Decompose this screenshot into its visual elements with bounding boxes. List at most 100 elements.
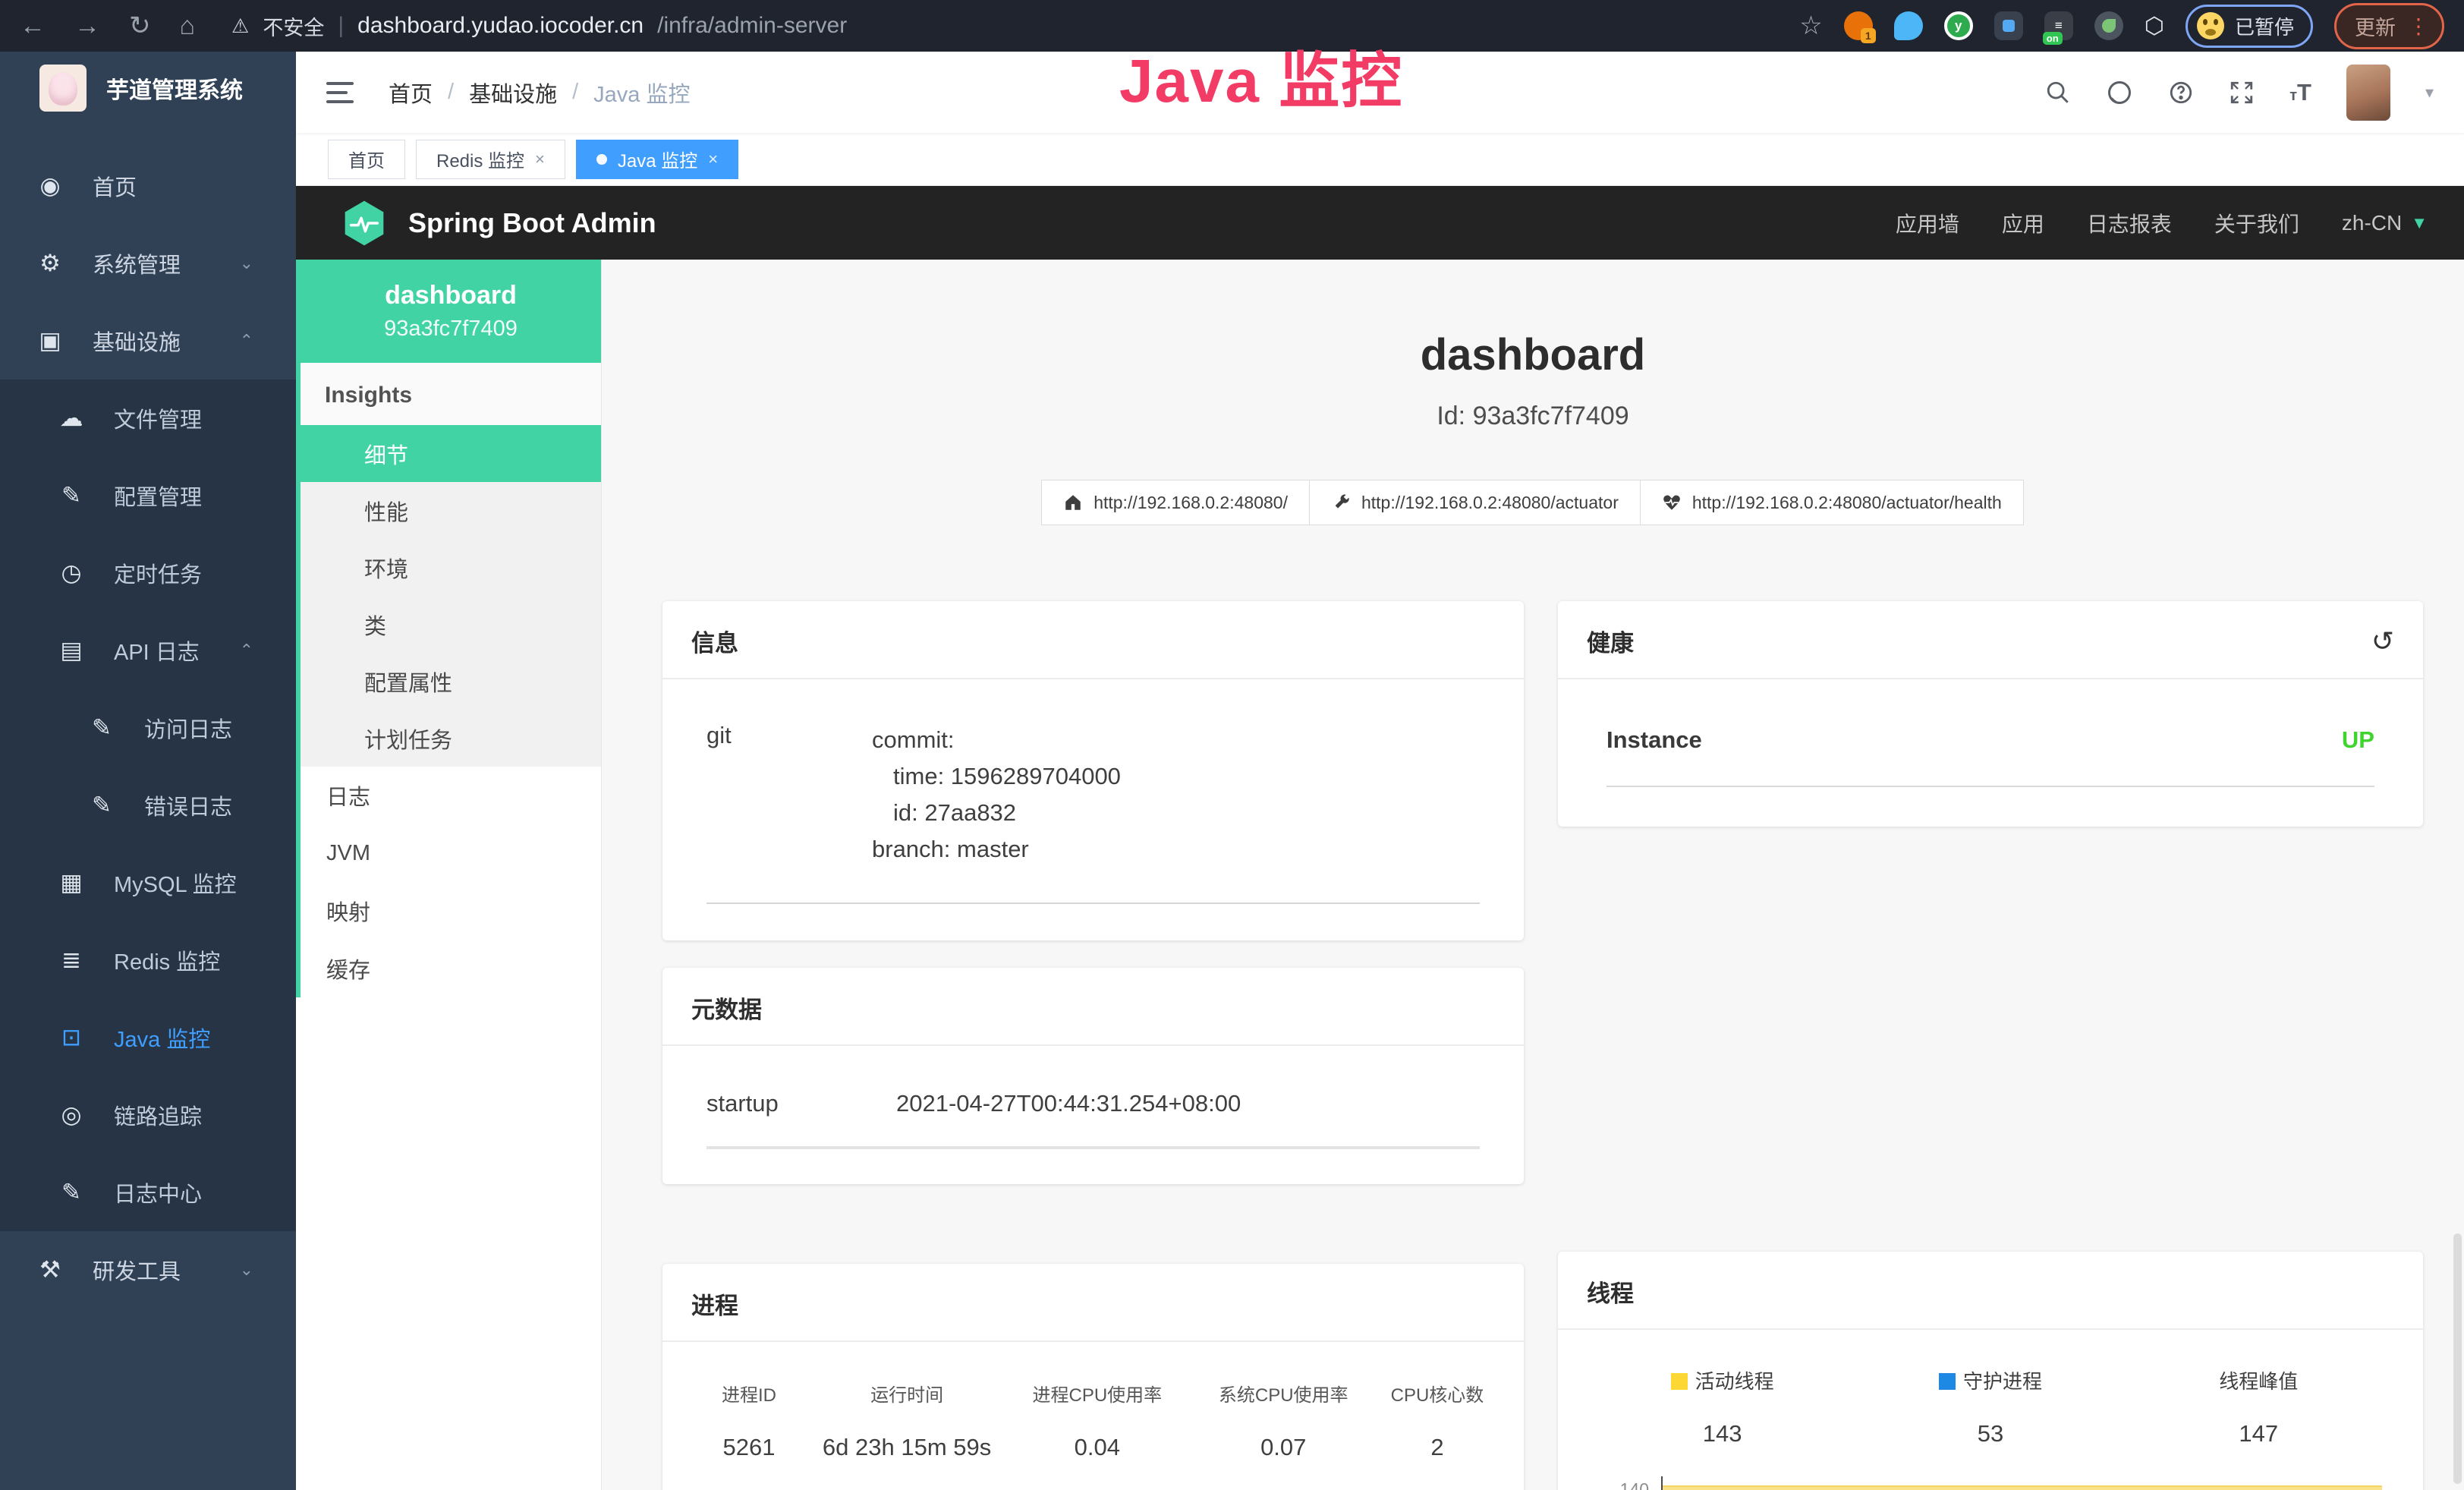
process-card: 进程 进程ID 运行时间 进程CPU使用率 系统CPU使用率 CPU核心数 bbox=[662, 1264, 1524, 1490]
sba-brand-title: Spring Boot Admin bbox=[408, 207, 656, 239]
github-icon[interactable] bbox=[2106, 79, 2133, 106]
history-icon[interactable]: ↺ bbox=[2371, 625, 2394, 657]
sidebar-item-log-center[interactable]: ✎ 日志中心 bbox=[0, 1154, 296, 1231]
nav-item-environment[interactable]: 环境 bbox=[301, 539, 601, 596]
extension-icon-6[interactable] bbox=[2094, 11, 2123, 40]
extension-icon-1[interactable]: 1 bbox=[1844, 11, 1873, 40]
service-url-button[interactable]: http://192.168.0.2:48080/ bbox=[1041, 480, 1310, 525]
fullscreen-icon[interactable] bbox=[2229, 80, 2255, 106]
insights-nav: 细节 性能 环境 类 配置属性 计划任务 bbox=[301, 425, 601, 767]
tools-icon: ⚒ bbox=[35, 1256, 65, 1284]
tab-home[interactable]: 首页 bbox=[328, 140, 405, 179]
scrollbar[interactable] bbox=[2453, 1233, 2462, 1484]
user-menu-caret-icon[interactable]: ▾ bbox=[2425, 83, 2434, 102]
bookmark-star-icon[interactable]: ☆ bbox=[1799, 11, 1822, 41]
sidebar-item-redis-monitor[interactable]: ≣ Redis 监控 bbox=[0, 921, 296, 999]
tab-redis-monitor[interactable]: Redis 监控 × bbox=[416, 140, 565, 179]
back-icon[interactable]: ← bbox=[20, 11, 46, 41]
sba-nav-journal[interactable]: 日志报表 bbox=[2087, 208, 2172, 238]
access-log-icon: ✎ bbox=[87, 714, 117, 742]
threads-chart: 140 120 100 bbox=[1588, 1476, 2393, 1490]
app-title: 芋道管理系统 bbox=[106, 71, 243, 105]
extension-icon-3[interactable]: y bbox=[1944, 11, 1973, 40]
home-icon bbox=[1063, 493, 1083, 512]
info-card: 信息 git commit: time: 1596289704000 id: 2… bbox=[662, 601, 1524, 940]
chevron-down-icon: ▼ bbox=[2411, 213, 2428, 233]
forward-icon[interactable]: → bbox=[74, 11, 100, 41]
spring-boot-admin-logo bbox=[340, 199, 389, 247]
live-threads-swatch bbox=[1671, 1373, 1688, 1390]
metadata-card: 元数据 startup 2021-04-27T00:44:31.254+08:0… bbox=[662, 968, 1524, 1184]
sidebar-item-java-monitor[interactable]: ⊡ Java 监控 bbox=[0, 999, 296, 1076]
threads-chart-plot bbox=[1661, 1476, 2385, 1490]
sidebar-item-tracing[interactable]: ◎ 链路追踪 bbox=[0, 1076, 296, 1154]
nav-item-logs[interactable]: 日志 bbox=[301, 767, 601, 824]
layers-icon: ≣ bbox=[56, 947, 87, 974]
reload-icon[interactable]: ↻ bbox=[129, 11, 151, 41]
sba-nav-about[interactable]: 关于我们 bbox=[2214, 208, 2299, 238]
browser-update-button[interactable]: 更新 ⋮ bbox=[2334, 3, 2444, 49]
breadcrumb: 首页 / 基础设施 / Java 监控 bbox=[389, 77, 690, 109]
sidebar-item-system[interactable]: ⚙ 系统管理 ⌄ bbox=[0, 225, 296, 302]
breadcrumb-home[interactable]: 首页 bbox=[389, 77, 433, 109]
metadata-card-title: 元数据 bbox=[691, 991, 762, 1025]
extension-icon-2[interactable] bbox=[1894, 11, 1923, 40]
search-icon[interactable] bbox=[2045, 80, 2071, 106]
sidebar-item-file-management[interactable]: ☁ 文件管理 bbox=[0, 380, 296, 457]
close-icon[interactable]: × bbox=[708, 150, 718, 169]
threads-chart-y-axis: 140 120 100 bbox=[1588, 1476, 1661, 1490]
help-icon[interactable] bbox=[2168, 80, 2194, 106]
font-size-icon[interactable]: тT bbox=[2289, 79, 2311, 106]
sidebar-item-access-logs[interactable]: ✎ 访问日志 bbox=[0, 689, 296, 767]
insights-section-title: Insights bbox=[301, 363, 601, 425]
health-url-button[interactable]: http://192.168.0.2:48080/actuator/health bbox=[1640, 480, 2024, 525]
close-icon[interactable]: × bbox=[535, 150, 545, 169]
sidebar-item-dev-tools[interactable]: ⚒ 研发工具 ⌄ bbox=[0, 1231, 296, 1309]
sidebar-item-mysql-monitor[interactable]: ▦ MySQL 监控 bbox=[0, 844, 296, 921]
url-path[interactable]: /infra/admin-server bbox=[657, 13, 847, 39]
sba-nav-applications[interactable]: 应用 bbox=[2002, 208, 2044, 238]
nav-item-caches[interactable]: 缓存 bbox=[301, 940, 601, 997]
sidebar-item-infrastructure[interactable]: ▣ 基础设施 ⌃ bbox=[0, 302, 296, 380]
app-logo-row[interactable]: 芋道管理系统 bbox=[0, 52, 296, 124]
nav-item-classes[interactable]: 类 bbox=[301, 596, 601, 653]
profile-paused-badge[interactable]: 已暂停 bbox=[2186, 5, 2313, 48]
threads-card: 线程 活动线程 守护进程 线程峰值 143 bbox=[1558, 1252, 2423, 1490]
security-label[interactable]: 不安全 bbox=[263, 11, 324, 41]
nav-item-scheduled-tasks[interactable]: 计划任务 bbox=[301, 710, 601, 767]
breadcrumb-infrastructure[interactable]: 基础设施 bbox=[469, 77, 557, 109]
active-tab-dot bbox=[596, 154, 607, 165]
warning-icon: ⚠ bbox=[231, 14, 249, 38]
extension-icon-5[interactable]: ≡on bbox=[2044, 11, 2073, 40]
health-card: 健康 ↺ Instance UP bbox=[1558, 601, 2423, 827]
user-avatar[interactable] bbox=[2346, 65, 2390, 121]
sidebar-item-error-logs[interactable]: ✎ 错误日志 bbox=[0, 767, 296, 844]
sidebar-item-home[interactable]: ◉ 首页 bbox=[0, 147, 296, 225]
instance-health-row: Instance UP bbox=[1606, 726, 2374, 787]
chevron-up-icon: ⌃ bbox=[240, 641, 253, 660]
tab-java-monitor[interactable]: Java 监控 × bbox=[576, 140, 738, 179]
address-bar[interactable]: ⚠ 不安全 | dashboard.yudao.iocoder.cn/infra… bbox=[231, 11, 847, 41]
breadcrumb-current: Java 监控 bbox=[593, 77, 690, 109]
browser-menu-icon[interactable]: ⋮ bbox=[2408, 14, 2430, 39]
home-icon[interactable]: ⌂ bbox=[180, 11, 196, 41]
health-card-title: 健康 bbox=[1587, 624, 1634, 658]
extensions-puzzle-icon[interactable]: ⬡ bbox=[2145, 13, 2164, 39]
sba-nav-wallboard[interactable]: 应用墙 bbox=[1896, 208, 1959, 238]
nav-item-jvm[interactable]: JVM bbox=[301, 824, 601, 882]
sidebar-item-config-management[interactable]: ✎ 配置管理 bbox=[0, 457, 296, 534]
nav-item-metrics[interactable]: 性能 bbox=[301, 482, 601, 539]
language-selector[interactable]: zh-CN ▼ bbox=[2342, 211, 2428, 235]
system-cpu-usage: 0.07 bbox=[1191, 1434, 1377, 1461]
instance-header[interactable]: dashboard 93a3fc7f7409 bbox=[301, 260, 601, 363]
extension-icon-4[interactable] bbox=[1994, 11, 2023, 40]
cpu-core-count: 2 bbox=[1377, 1434, 1498, 1461]
nav-item-config-props[interactable]: 配置属性 bbox=[301, 653, 601, 710]
sidebar-item-api-logs[interactable]: ▤ API 日志 ⌃ bbox=[0, 612, 296, 689]
nav-item-details[interactable]: 细节 bbox=[301, 425, 601, 482]
hamburger-icon[interactable] bbox=[326, 82, 354, 103]
url-domain[interactable]: dashboard.yudao.iocoder.cn bbox=[357, 13, 644, 39]
sidebar-item-scheduled-tasks[interactable]: ◷ 定时任务 bbox=[0, 534, 296, 612]
actuator-url-button[interactable]: http://192.168.0.2:48080/actuator bbox=[1309, 480, 1641, 525]
nav-item-mappings[interactable]: 映射 bbox=[301, 882, 601, 940]
